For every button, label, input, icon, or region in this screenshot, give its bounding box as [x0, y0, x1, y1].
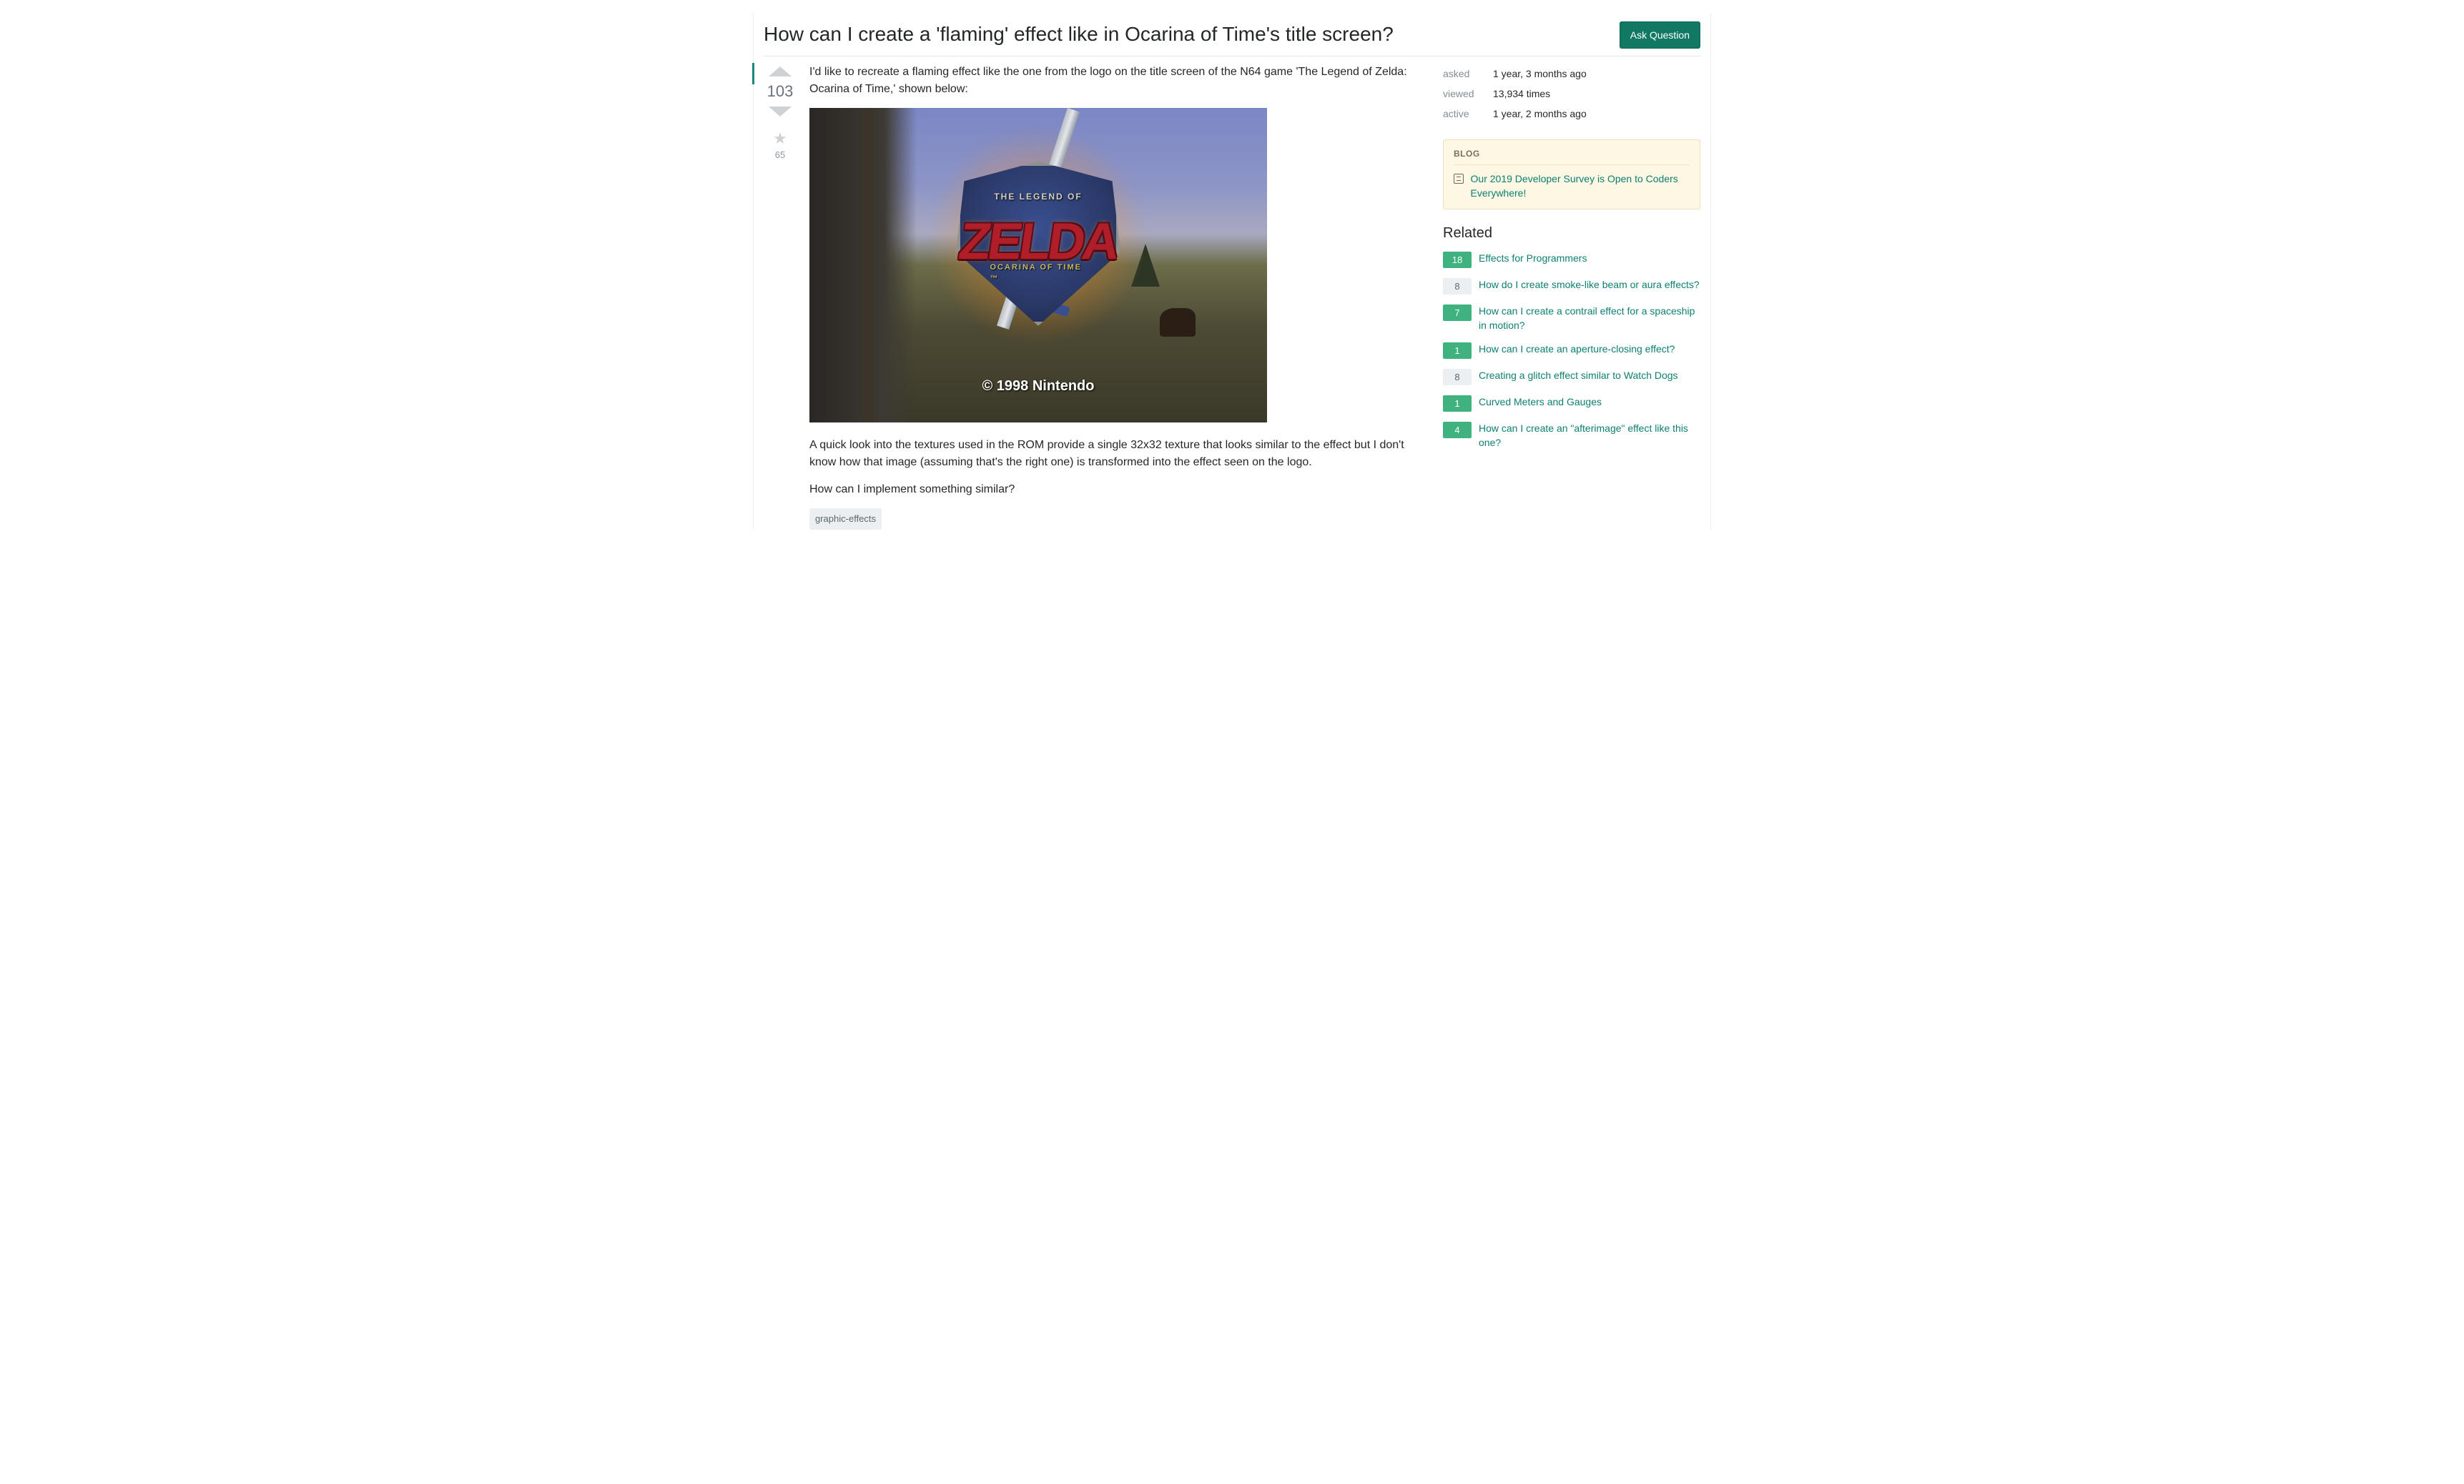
post-paragraph: How can I implement something similar?	[809, 481, 1426, 498]
related-score-badge: 1	[1443, 342, 1472, 359]
post-body: I'd like to recreate a flaming effect li…	[809, 64, 1426, 530]
vote-score: 103	[767, 82, 794, 101]
stat-value: 13,934 times	[1493, 84, 1700, 104]
downvote-button[interactable]	[769, 107, 792, 117]
page-container: How can I create a 'flaming' effect like…	[753, 13, 1711, 530]
related-link[interactable]: Creating a glitch effect similar to Watc…	[1479, 369, 1678, 383]
logo-text-top: THE LEGEND OF	[994, 190, 1082, 203]
post-paragraph: A quick look into the textures used in t…	[809, 437, 1426, 471]
related-item: 1 How can I create an aperture-closing ef…	[1443, 342, 1700, 359]
related-link[interactable]: How can I create an "afterimage" effect …	[1479, 422, 1700, 450]
embedded-screenshot: THE LEGEND OF ZELDA OCARINA OF TIME ™ © …	[809, 108, 1267, 422]
stat-value: 1 year, 2 months ago	[1493, 104, 1700, 124]
upvote-button[interactable]	[769, 66, 792, 76]
main-column: 103 ★ 65 I'd like to recreate a flaming …	[764, 64, 1426, 530]
bg-tree	[862, 108, 874, 422]
related-link[interactable]: How can I create an aperture-closing eff…	[1479, 342, 1675, 357]
favorite-count: 65	[775, 149, 785, 160]
question-title: How can I create a 'flaming' effect like…	[764, 21, 1605, 47]
post-paragraph: I'd like to recreate a flaming effect li…	[809, 64, 1426, 98]
related-item: 18 Effects for Programmers	[1443, 252, 1700, 268]
related-score-badge: 7	[1443, 305, 1472, 321]
related-item: 8 Creating a glitch effect similar to Wat…	[1443, 369, 1700, 385]
related-item: 8 How do I create smoke-like beam or aura…	[1443, 278, 1700, 295]
related-item: 4 How can I create an "afterimage" effect…	[1443, 422, 1700, 450]
blog-item: Our 2019 Developer Survey is Open to Cod…	[1454, 172, 1690, 200]
blog-box: BLOG Our 2019 Developer Survey is Open t…	[1443, 139, 1700, 209]
image-copyright: © 1998 Nintendo	[982, 375, 1095, 397]
logo-group: THE LEGEND OF ZELDA OCARINA OF TIME ™	[942, 147, 1135, 333]
tag-graphic-effects[interactable]: graphic-effects	[809, 508, 882, 530]
body-row: 103 ★ 65 I'd like to recreate a flaming …	[764, 64, 1700, 530]
accent-bar	[752, 63, 754, 84]
question-stats: asked 1 year, 3 months ago viewed 13,934…	[1443, 64, 1700, 124]
bg-horse	[1160, 308, 1196, 337]
stat-value: 1 year, 3 months ago	[1493, 64, 1700, 84]
favorite-button[interactable]: ★	[773, 131, 787, 147]
sidebar: asked 1 year, 3 months ago viewed 13,934…	[1443, 64, 1700, 530]
stat-label: viewed	[1443, 84, 1493, 104]
logo-text-sub: OCARINA OF TIME ™	[990, 262, 1087, 285]
stat-label: active	[1443, 104, 1493, 124]
related-link[interactable]: Effects for Programmers	[1479, 252, 1587, 266]
related-link[interactable]: How can I create a contrail effect for a…	[1479, 305, 1700, 332]
related-score-badge: 4	[1443, 422, 1472, 438]
question-header: How can I create a 'flaming' effect like…	[764, 21, 1700, 56]
related-link[interactable]: How do I create smoke-like beam or aura …	[1479, 278, 1700, 292]
related-item: 1 Curved Meters and Gauges	[1443, 395, 1700, 412]
blog-link[interactable]: Our 2019 Developer Survey is Open to Cod…	[1471, 172, 1690, 200]
related-score-badge: 18	[1443, 252, 1472, 268]
vote-controls: 103 ★ 65	[764, 64, 797, 530]
blog-heading: BLOG	[1454, 149, 1690, 165]
ask-question-button[interactable]: Ask Question	[1620, 21, 1700, 49]
related-heading: Related	[1443, 225, 1700, 242]
chat-icon	[1454, 174, 1464, 184]
related-link[interactable]: Curved Meters and Gauges	[1479, 395, 1602, 410]
related-score-badge: 8	[1443, 278, 1472, 295]
related-item: 7 How can I create a contrail effect for …	[1443, 305, 1700, 332]
related-score-badge: 1	[1443, 395, 1472, 412]
related-score-badge: 8	[1443, 369, 1472, 385]
stat-label: asked	[1443, 64, 1493, 84]
related-list: 18Effects for Programmers8How do I creat…	[1443, 252, 1700, 450]
